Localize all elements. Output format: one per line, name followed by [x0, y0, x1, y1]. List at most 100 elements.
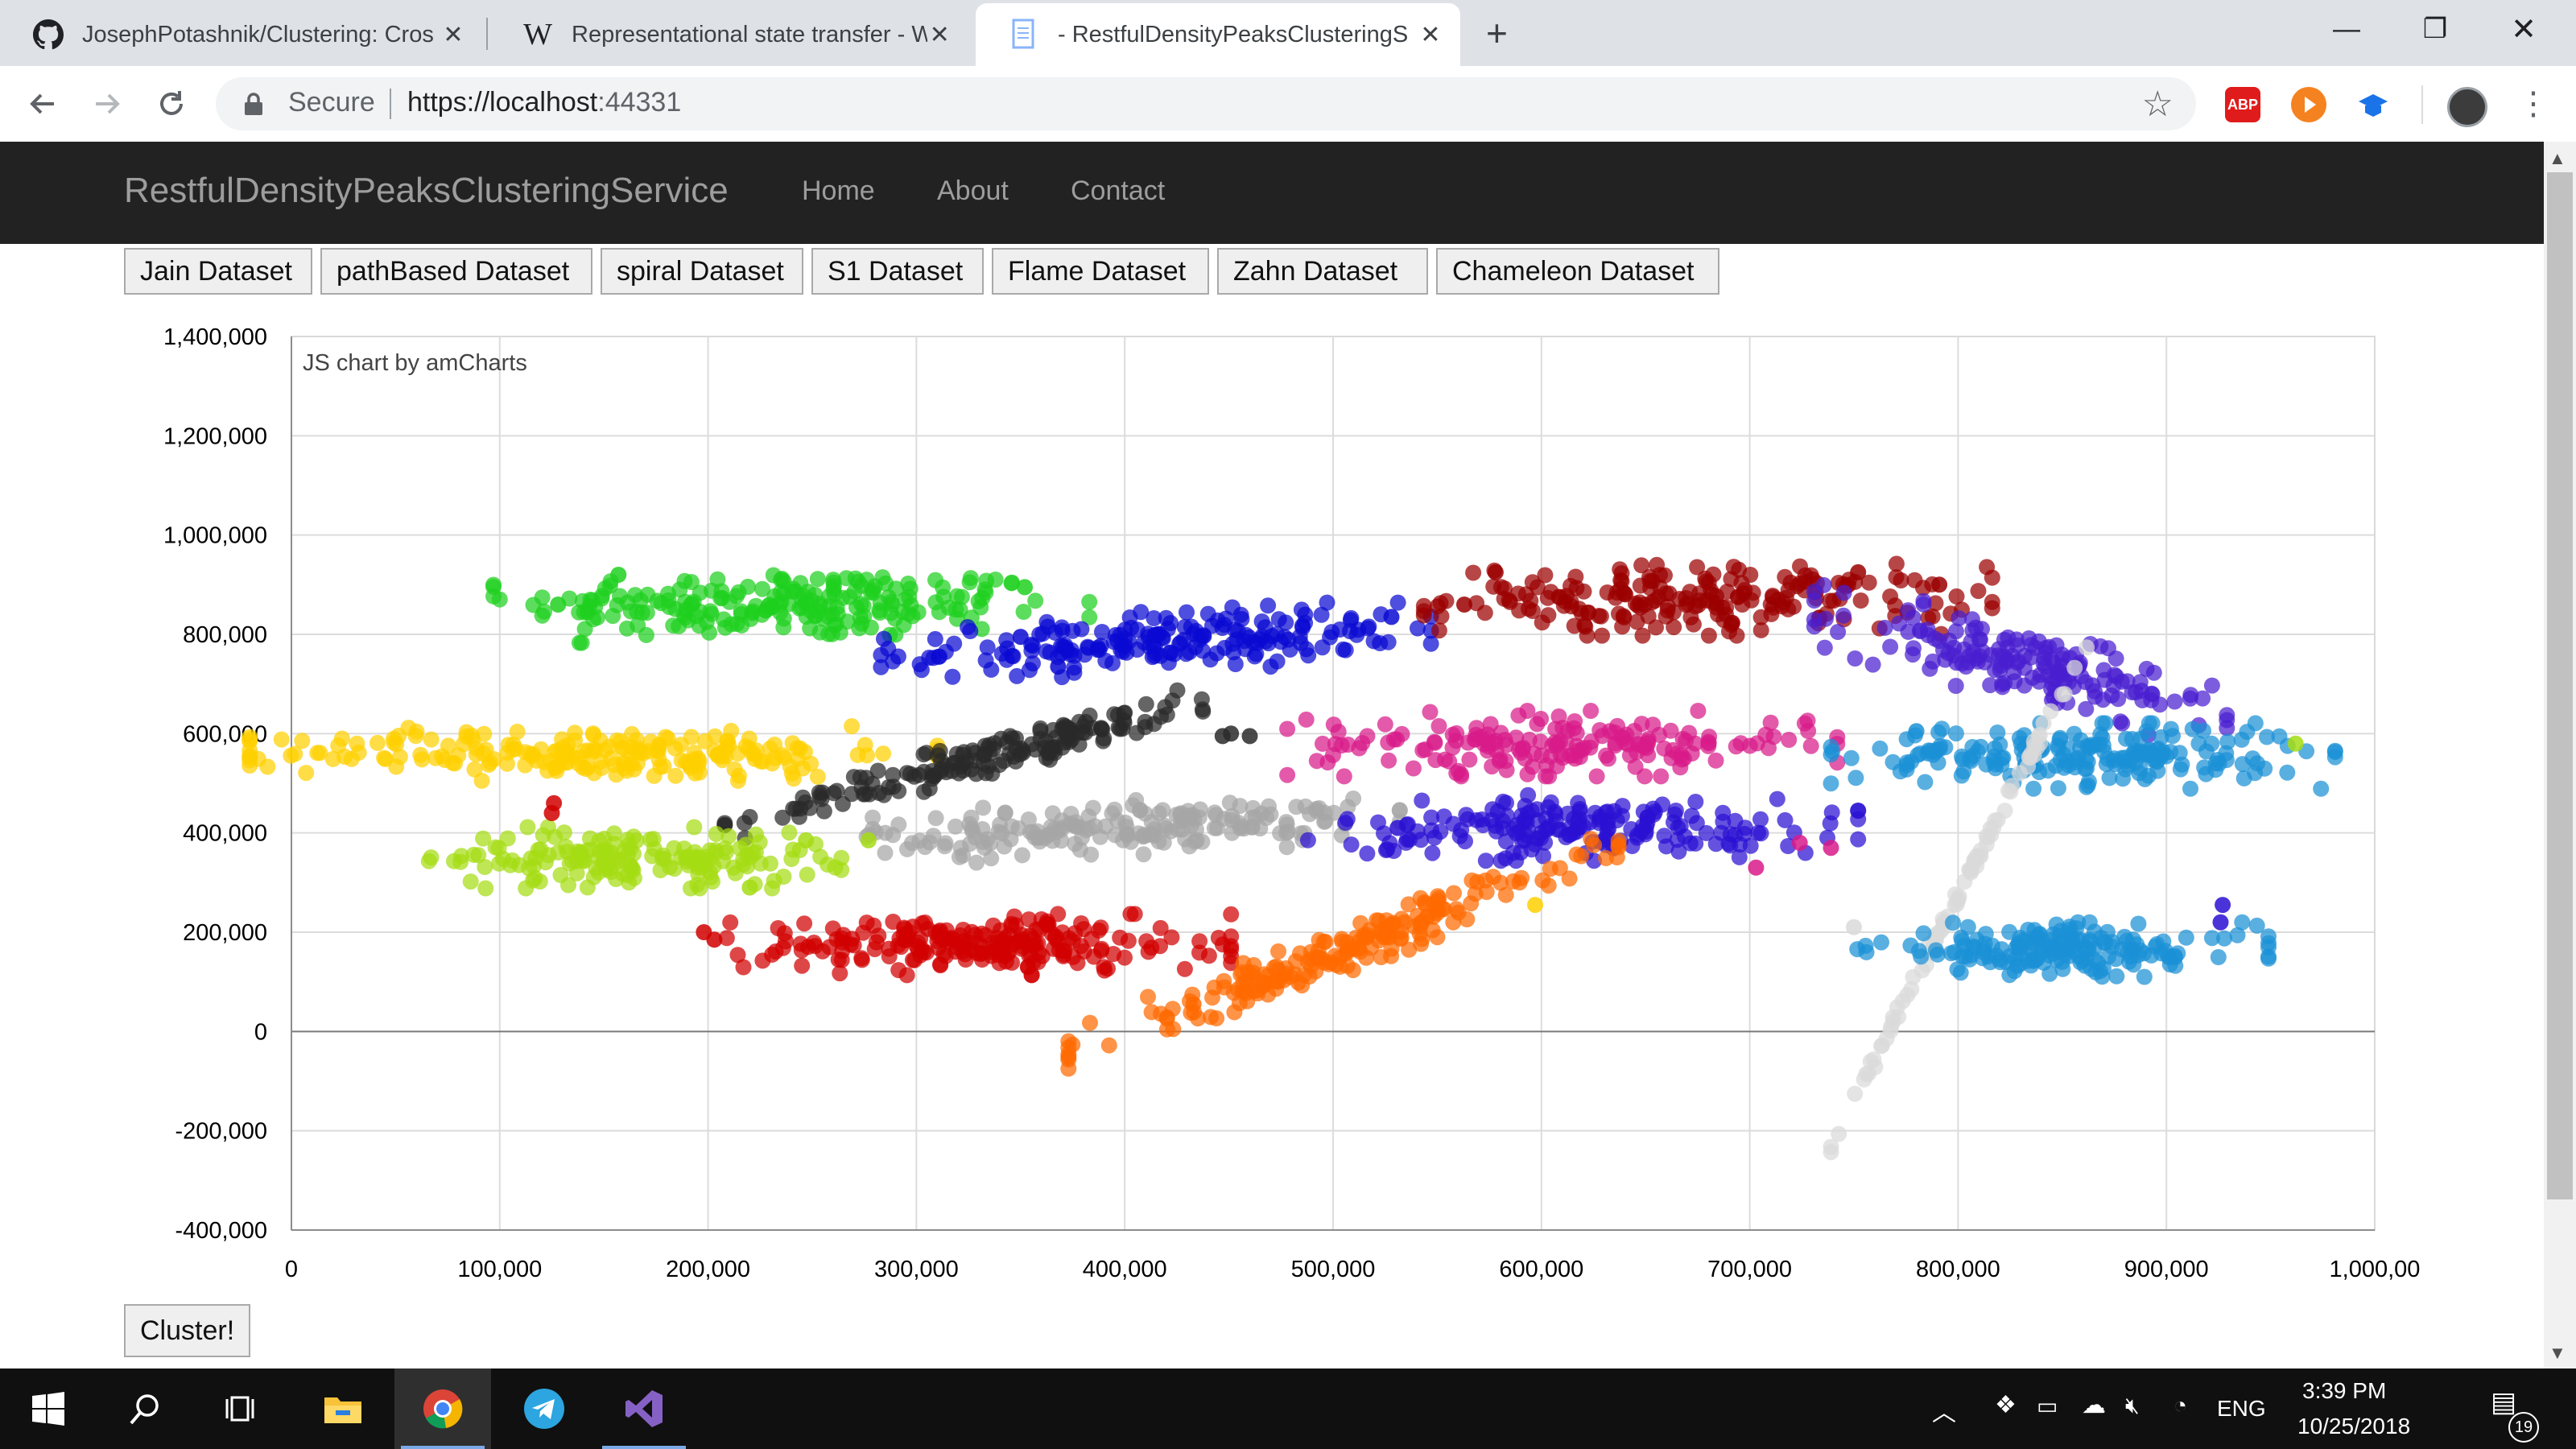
scatter-point[interactable]	[1021, 911, 1038, 928]
scatter-point[interactable]	[903, 835, 920, 852]
scatter-point[interactable]	[1652, 567, 1668, 584]
scatter-point[interactable]	[1850, 811, 1867, 828]
scatter-point[interactable]	[1752, 621, 1769, 638]
scatter-point[interactable]	[2247, 715, 2264, 732]
scatter-point[interactable]	[2212, 914, 2229, 931]
scatter-point[interactable]	[1715, 804, 1732, 821]
scatter-point[interactable]	[2105, 752, 2122, 769]
scatter-point[interactable]	[1322, 629, 1339, 646]
scatter-point[interactable]	[1163, 929, 1180, 946]
scatter-point[interactable]	[1567, 713, 1583, 729]
scatter-point[interactable]	[1176, 960, 1193, 977]
scatter-point[interactable]	[1951, 610, 1967, 626]
scatter-point[interactable]	[1432, 824, 1449, 840]
scatter-point[interactable]	[1097, 818, 1114, 835]
scatter-point[interactable]	[1373, 949, 1389, 965]
scatter-point[interactable]	[1777, 811, 1794, 828]
scatter-point[interactable]	[1195, 642, 1211, 659]
scatter-point[interactable]	[706, 931, 723, 948]
scatter-point[interactable]	[1549, 758, 1565, 774]
scatter-point[interactable]	[369, 734, 386, 751]
scatter-point[interactable]	[679, 848, 696, 865]
scatter-point[interactable]	[466, 761, 483, 778]
scatter-point[interactable]	[1927, 942, 1944, 959]
scatter-point[interactable]	[1594, 627, 1610, 644]
scatter-point[interactable]	[1732, 836, 1748, 853]
scatter-point[interactable]	[616, 755, 633, 772]
scatter-point[interactable]	[1573, 848, 1590, 865]
reload-icon[interactable]	[150, 82, 193, 126]
scatter-point[interactable]	[1365, 633, 1382, 650]
scatter-point[interactable]	[1762, 714, 1779, 731]
scatter-point[interactable]	[784, 735, 801, 752]
scatter-point[interactable]	[2326, 749, 2343, 766]
scatter-point[interactable]	[798, 832, 815, 848]
scatter-point[interactable]	[953, 758, 970, 774]
scatter-point[interactable]	[877, 844, 894, 861]
scatter-point[interactable]	[2174, 756, 2190, 773]
scatter-point[interactable]	[1873, 1038, 1889, 1055]
scatter-point[interactable]	[2012, 946, 2029, 963]
scatter-point[interactable]	[927, 630, 943, 647]
scatter-point[interactable]	[1583, 703, 1600, 719]
scatter-point[interactable]	[712, 590, 729, 607]
scatter-point[interactable]	[1517, 586, 1534, 603]
scatter-point[interactable]	[1547, 720, 1564, 737]
scatter-point[interactable]	[1446, 885, 1462, 902]
scatter-point[interactable]	[1949, 961, 1966, 978]
scatter-point[interactable]	[1288, 799, 1305, 815]
scatter-point[interactable]	[2054, 646, 2070, 663]
clock-date[interactable]: 10/25/2018	[2297, 1414, 2410, 1439]
scatter-point[interactable]	[906, 768, 923, 785]
scatter-point[interactable]	[2260, 939, 2277, 956]
scatter-point[interactable]	[848, 599, 865, 616]
scatter-point[interactable]	[799, 866, 815, 883]
new-tab-icon[interactable]: +	[1486, 11, 1508, 55]
scatter-point[interactable]	[1610, 832, 1627, 849]
scatter-point[interactable]	[1435, 808, 1452, 825]
scatter-point[interactable]	[733, 605, 749, 622]
scatter-point[interactable]	[1223, 906, 1240, 923]
scatter-point[interactable]	[998, 734, 1015, 751]
scatter-point[interactable]	[791, 808, 807, 825]
nav-home[interactable]: Home	[802, 175, 875, 207]
scatter-point[interactable]	[1823, 840, 1839, 857]
restore-icon[interactable]: ❐	[2391, 0, 2479, 58]
scatter-point[interactable]	[716, 619, 733, 636]
scatter-point[interactable]	[579, 879, 596, 896]
scatter-point[interactable]	[770, 920, 786, 936]
scatter-point[interactable]	[1038, 749, 1055, 766]
scatter-point[interactable]	[1430, 888, 1446, 905]
scatter-point[interactable]	[866, 941, 883, 957]
scatter-point[interactable]	[893, 939, 910, 956]
scatter-point[interactable]	[2082, 739, 2099, 756]
scatter-point[interactable]	[1335, 641, 1352, 658]
scatter-point[interactable]	[1137, 696, 1154, 712]
scatter-point[interactable]	[911, 656, 928, 673]
close-tab-icon[interactable]: ✕	[1418, 21, 1443, 49]
scatter-point[interactable]	[1380, 734, 1397, 751]
scatter-point[interactable]	[1013, 847, 1030, 864]
scatter-point[interactable]	[1208, 1010, 1225, 1026]
scatter-point[interactable]	[2039, 940, 2056, 957]
scatter-point[interactable]	[1112, 929, 1129, 946]
scatter-point[interactable]	[485, 579, 502, 596]
scatter-point[interactable]	[1422, 635, 1439, 652]
scatter-point[interactable]	[1510, 707, 1527, 724]
scatter-point[interactable]	[2128, 684, 2145, 700]
scatter-point[interactable]	[1412, 890, 1429, 906]
scatter-point[interactable]	[865, 809, 881, 826]
scatter-point[interactable]	[1806, 611, 1823, 628]
scatter-point[interactable]	[1270, 943, 1286, 960]
scatter-point[interactable]	[1659, 602, 1676, 619]
scatter-point[interactable]	[1547, 806, 1564, 823]
scatter-point[interactable]	[1882, 638, 1899, 655]
scrollbar-thumb[interactable]	[2547, 172, 2573, 1199]
avatar-icon[interactable]	[2447, 87, 2487, 127]
scatter-point[interactable]	[1505, 873, 1521, 890]
scatter-point[interactable]	[1370, 932, 1387, 949]
scatter-point[interactable]	[1791, 835, 1808, 851]
scatter-point[interactable]	[927, 810, 944, 827]
scatter-point[interactable]	[1278, 816, 1295, 833]
scatter-point[interactable]	[904, 952, 921, 968]
